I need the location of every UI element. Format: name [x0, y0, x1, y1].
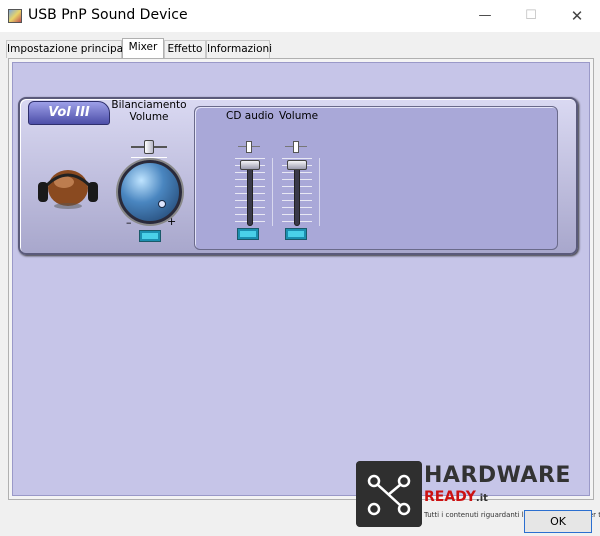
volume-knob-indicator: [158, 200, 166, 208]
master-mute-toggle[interactable]: [139, 230, 161, 242]
headphone-icon: [38, 170, 98, 209]
volume-mute-toggle[interactable]: [285, 228, 307, 240]
tab-mixer[interactable]: Mixer: [122, 38, 164, 59]
tab-effetto[interactable]: Effetto: [164, 40, 206, 58]
title-bar: USB PnP Sound Device — ☐ ✕: [0, 0, 600, 32]
hardware-ready-logo-icon: [356, 461, 422, 527]
volume-balance-thumb[interactable]: [293, 141, 299, 153]
channel-divider: [319, 158, 320, 226]
balance-slider-thumb[interactable]: [144, 140, 154, 154]
balance-volume-label: Bilanciamento Volume: [111, 99, 187, 123]
volume-slider-thumb[interactable]: [287, 160, 307, 170]
balance-plus-label: +: [167, 215, 177, 228]
cd-audio-label: CD audio: [226, 110, 274, 122]
balance-minus-label: –: [126, 216, 132, 229]
window-title: USB PnP Sound Device: [28, 7, 188, 23]
volume-channel-label: Volume: [279, 110, 319, 122]
volume-badge: Vol III: [28, 101, 110, 125]
close-button[interactable]: ✕: [554, 0, 600, 32]
tab-impostazione-principale[interactable]: Impostazione principale: [6, 40, 132, 58]
cd-audio-mute-toggle[interactable]: [237, 228, 259, 240]
maximize-button[interactable]: ☐: [508, 0, 554, 32]
minimize-button[interactable]: —: [462, 0, 508, 32]
channel-divider: [272, 158, 273, 226]
tab-informazioni[interactable]: Informazioni: [206, 40, 272, 58]
cd-audio-balance-thumb[interactable]: [246, 141, 252, 153]
cd-audio-slider-thumb[interactable]: [240, 160, 260, 170]
watermark-line2: READY.it: [424, 489, 488, 505]
sound-card-icon: [8, 9, 22, 23]
ok-button[interactable]: OK: [524, 510, 592, 533]
watermark-line1: HARDWARE: [424, 463, 571, 488]
